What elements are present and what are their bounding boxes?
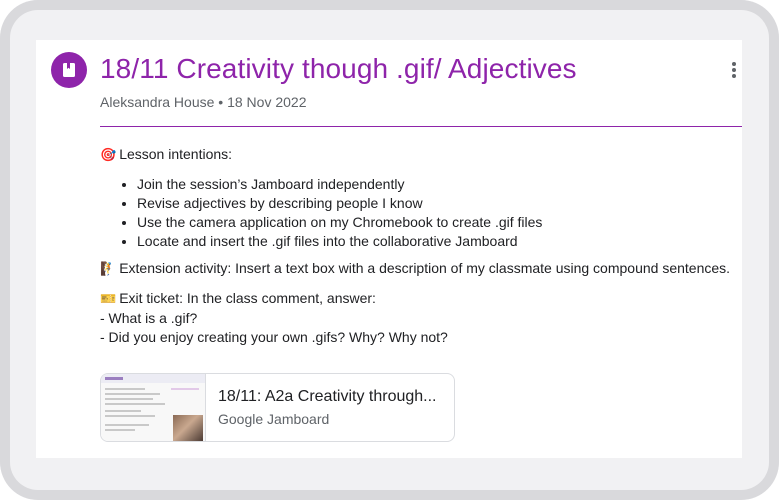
intentions-heading: Lesson intentions: [119, 146, 233, 162]
exit-ticket-line: 🎫 Exit ticket: In the class comment, answ… [100, 289, 740, 309]
classwork-post-card: 18/11 Creativity though .gif/ Adjectives… [36, 40, 742, 458]
ticket-icon: 🎫 [100, 292, 117, 307]
jamboard-attachment[interactable]: 18/11: A2a Creativity through... Google … [100, 373, 455, 442]
list-item: Join the session’s Jamboard independentl… [137, 175, 740, 194]
list-item: Locate and insert the .gif files into th… [137, 232, 740, 251]
intentions-list: Join the session’s Jamboard independentl… [100, 175, 740, 251]
post-description: 🎯Lesson intentions: Join the session’s J… [100, 145, 740, 347]
attachment-title: 18/11: A2a Creativity through... [218, 388, 437, 405]
exit-ticket-heading: Exit ticket: In the class comment, answe… [119, 290, 376, 306]
thumbnail-photo [173, 415, 203, 441]
attachment-thumbnail [101, 374, 206, 441]
list-item: Use the camera application on my Chromeb… [137, 213, 740, 232]
attachment-source: Google Jamboard [218, 411, 330, 427]
extension-text: Extension activity: Insert a text box wi… [119, 260, 731, 276]
extension-line: 🧗 Extension activity: Insert a text box w… [100, 259, 740, 279]
post-title: 18/11 Creativity though .gif/ Adjectives [100, 53, 577, 84]
exit-question: - Did you enjoy creating your own .gifs?… [100, 329, 448, 345]
assignment-icon [51, 52, 87, 88]
bookmark-icon [63, 63, 75, 77]
post-date: 18 Nov 2022 [227, 94, 307, 110]
title-divider [100, 126, 742, 127]
exit-question: - What is a .gif? [100, 310, 198, 326]
author-name: Aleksandra House [100, 94, 215, 110]
post-meta: Aleksandra House • 18 Nov 2022 [100, 94, 307, 110]
target-icon: 🎯 [100, 148, 117, 163]
meta-separator: • [218, 94, 224, 110]
list-item: Revise adjectives by describing people I… [137, 194, 740, 213]
more-vert-icon [732, 62, 736, 78]
more-options-button[interactable] [722, 58, 742, 82]
screenshot-frame: 18/11 Creativity though .gif/ Adjectives… [0, 0, 779, 500]
climber-icon: 🧗 [100, 262, 117, 277]
intentions-heading-line: 🎯 Lesson intentions: [100, 145, 740, 165]
